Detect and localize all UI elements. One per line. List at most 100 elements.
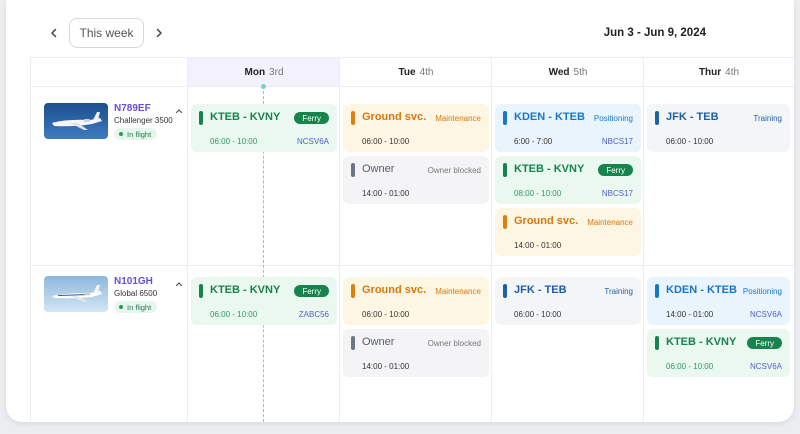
card-color-bar	[655, 336, 659, 350]
aircraft-tail-number[interactable]: N789EF	[114, 103, 151, 114]
trip-card-ferry[interactable]: KTEB - KVNY Ferry 06:00 - 10:00 ZABC56	[191, 277, 337, 325]
card-reference: NBCS17	[601, 137, 633, 146]
grid-divider	[30, 57, 794, 58]
collapse-button[interactable]	[174, 276, 184, 287]
grid-divider	[30, 86, 794, 87]
card-time: 06:00 - 10:00	[514, 310, 562, 319]
trip-card-maintenance[interactable]: Ground svc. Maintenance 06:00 - 10:00	[343, 104, 489, 152]
card-color-bar	[351, 336, 355, 350]
day-header-wed: Wed 5th	[492, 58, 644, 86]
card-time: 06:00 - 10:00	[666, 137, 714, 146]
card-type-badge: Ferry	[294, 112, 329, 124]
status-dot	[119, 305, 123, 309]
schedule-app: This week Jun 3 - Jun 9, 2024 Mon 3rd Tue…	[6, 0, 794, 422]
trip-card-training[interactable]: JFK - TEB Training 06:00 - 10:00	[495, 277, 641, 325]
card-route: KTEB - KVNY	[210, 284, 281, 296]
toolbar: This week Jun 3 - Jun 9, 2024	[6, 0, 794, 58]
trip-card-ferry[interactable]: KTEB - KVNY Ferry 08:00 - 10:00 NBCS17	[495, 156, 641, 204]
card-type-label: Owner blocked	[427, 166, 481, 175]
card-type-label: Positioning	[593, 114, 633, 123]
card-reference: NCSV6A	[749, 362, 782, 371]
card-time: 14:00 - 01:00	[514, 241, 562, 250]
card-type-label: Maintenance	[587, 218, 633, 227]
day-number: 4th	[725, 66, 740, 78]
card-type-label: Positioning	[742, 287, 782, 296]
day-name: Mon	[244, 66, 266, 78]
trip-card-positioning[interactable]: KDEN - KTEB Positioning 6:00 - 7:00 NBCS…	[495, 104, 641, 152]
grid-divider	[491, 58, 492, 422]
card-color-bar	[351, 163, 355, 177]
card-color-bar	[655, 111, 659, 125]
prev-week-button[interactable]	[43, 22, 65, 44]
day-header-mon: Mon 3rd	[188, 58, 340, 86]
date-range: Jun 3 - Jun 9, 2024	[603, 27, 706, 39]
card-type-label: Owner blocked	[427, 339, 481, 348]
aircraft-tail-number[interactable]: N101GH	[114, 276, 153, 287]
card-type-label: Maintenance	[435, 114, 481, 123]
card-color-bar	[503, 163, 507, 177]
grid-divider	[187, 58, 188, 422]
day-number: 4th	[419, 66, 434, 78]
card-color-bar	[199, 284, 203, 298]
chevron-right-icon	[156, 28, 162, 38]
card-reference: ZABC56	[298, 310, 329, 319]
card-type-badge: Ferry	[747, 337, 782, 349]
card-color-bar	[503, 111, 507, 125]
day-name: Tue	[398, 66, 416, 78]
status-badge: In flight	[114, 128, 158, 140]
trip-card-ferry[interactable]: KTEB - KVNY Ferry 06:00 - 10:00 NCSV6A	[647, 329, 790, 377]
card-color-bar	[199, 111, 203, 125]
card-route: Ground svc.	[362, 111, 427, 123]
card-type-label: Training	[753, 114, 782, 123]
chevron-up-icon	[175, 282, 183, 287]
chevron-left-icon	[51, 28, 57, 38]
card-time: 6:00 - 7:00	[514, 137, 553, 146]
trip-card-maintenance[interactable]: Ground svc. Maintenance 14:00 - 01:00	[495, 208, 641, 256]
aircraft-model: Global 6500	[114, 289, 158, 298]
card-route: Owner	[362, 336, 395, 348]
card-time: 06:00 - 10:00	[362, 310, 410, 319]
day-number: 3rd	[269, 66, 284, 78]
trip-card-owner[interactable]: Owner Owner blocked 14:00 - 01:00	[343, 329, 489, 377]
status-label: In flight	[127, 302, 152, 312]
status-label: In flight	[127, 129, 152, 139]
card-route: Ground svc.	[362, 284, 427, 296]
this-week-button[interactable]: This week	[69, 18, 144, 48]
next-week-button[interactable]	[148, 22, 170, 44]
grid-divider	[339, 58, 340, 422]
card-type-badge: Ferry	[598, 164, 633, 176]
card-time: 14:00 - 01:00	[666, 310, 714, 319]
grid-divider	[30, 265, 794, 266]
aircraft-row-n789ef: N789EF Challenger 3500 In flight	[44, 103, 186, 143]
status-dot	[119, 132, 123, 136]
card-route: KTEB - KVNY	[210, 111, 281, 123]
card-time: 14:00 - 01:00	[362, 189, 410, 198]
card-color-bar	[351, 111, 355, 125]
aircraft-photo	[44, 103, 108, 139]
card-reference: NCSV6A	[296, 137, 329, 146]
trip-card-positioning[interactable]: KDEN - KTEB Positioning 14:00 - 01:00 NC…	[647, 277, 790, 325]
trip-card-owner[interactable]: Owner Owner blocked 14:00 - 01:00	[343, 156, 489, 204]
grid-divider	[643, 58, 644, 422]
card-type-badge: Ferry	[294, 285, 329, 297]
card-time: 06:00 - 10:00	[210, 310, 258, 319]
card-route: KTEB - KVNY	[514, 163, 585, 175]
card-time: 14:00 - 01:00	[362, 362, 410, 371]
trip-card-ferry[interactable]: KTEB - KVNY Ferry 06:00 - 10:00 NCSV6A	[191, 104, 337, 152]
card-type-label: Maintenance	[435, 287, 481, 296]
card-color-bar	[655, 284, 659, 298]
card-type-label: Training	[604, 287, 633, 296]
card-route: KTEB - KVNY	[666, 336, 737, 348]
trip-card-training[interactable]: JFK - TEB Training 06:00 - 10:00	[647, 104, 790, 152]
card-reference: NCSV6A	[749, 310, 782, 319]
aircraft-photo	[44, 276, 108, 312]
card-color-bar	[503, 215, 507, 229]
card-route: JFK - TEB	[514, 284, 567, 296]
card-color-bar	[503, 284, 507, 298]
day-header-thur: Thur 4th	[644, 58, 794, 86]
day-name: Wed	[548, 66, 570, 78]
day-number: 5th	[573, 66, 588, 78]
collapse-button[interactable]	[174, 103, 184, 114]
trip-card-maintenance[interactable]: Ground svc. Maintenance 06:00 - 10:00	[343, 277, 489, 325]
day-header-tue: Tue 4th	[340, 58, 492, 86]
